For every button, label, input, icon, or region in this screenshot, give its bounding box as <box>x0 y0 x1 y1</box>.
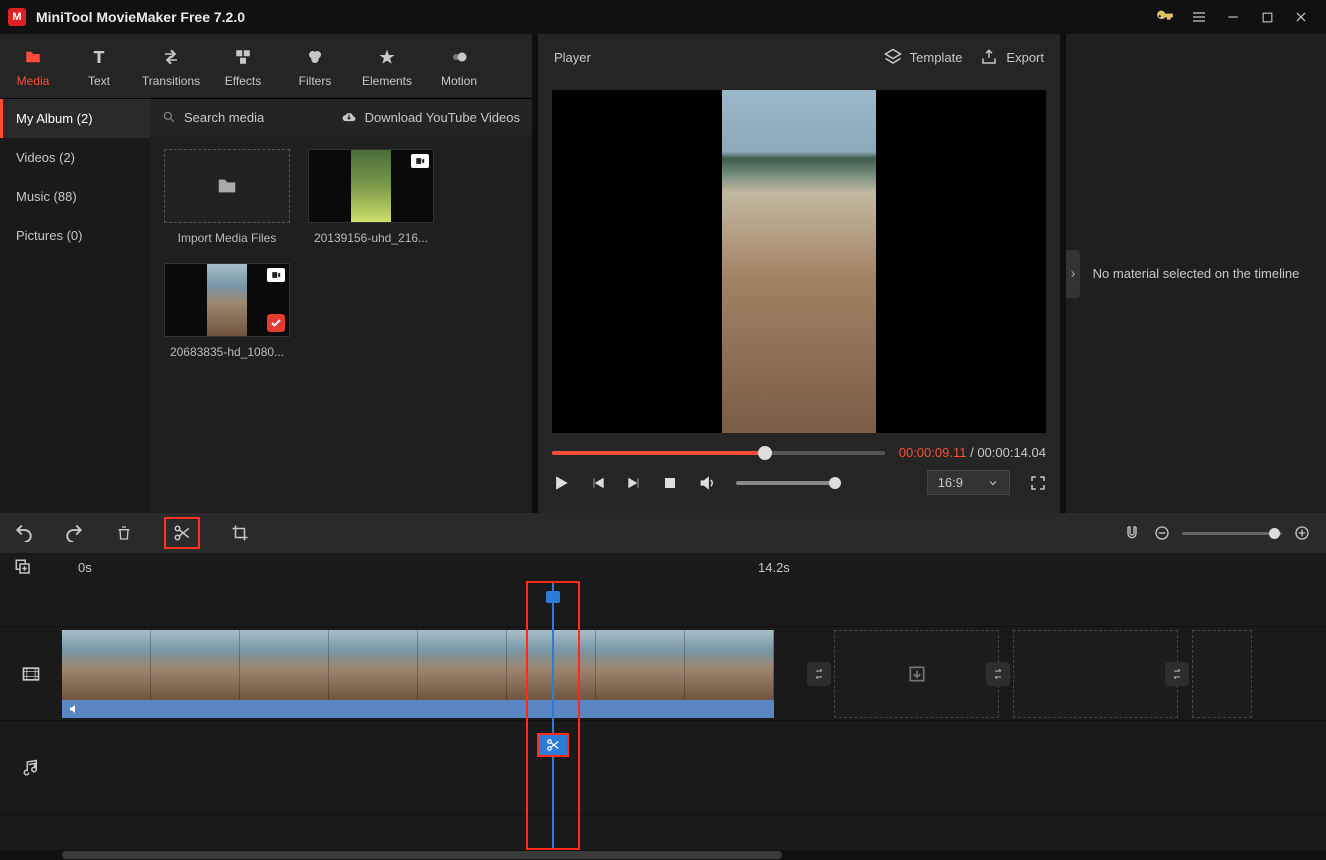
transition-slot-icon[interactable] <box>807 662 831 686</box>
chevron-down-icon <box>987 477 999 489</box>
track-overlay[interactable] <box>0 581 1326 627</box>
stop-button[interactable] <box>662 475 678 491</box>
cat-my-album[interactable]: My Album (2) <box>0 99 150 138</box>
video-clip[interactable] <box>62 630 774 718</box>
tab-filters[interactable]: Filters <box>280 40 350 98</box>
media-item[interactable]: 20683835-hd_1080... <box>164 263 290 359</box>
ruler-end: 14.2s <box>758 560 790 575</box>
preview-frame <box>722 90 876 433</box>
upgrade-key-icon[interactable] <box>1148 0 1182 34</box>
ruler-start: 0s <box>78 560 92 575</box>
media-panel: Media Text Transitions Effects Filters E… <box>0 34 532 513</box>
snap-button[interactable] <box>1122 523 1142 543</box>
cat-pictures[interactable]: Pictures (0) <box>0 216 150 255</box>
titlebar: M MiniTool MovieMaker Free 7.2.0 <box>0 0 1326 34</box>
tab-media[interactable]: Media <box>4 40 62 98</box>
speaker-icon <box>68 703 80 715</box>
chevron-right-icon <box>1069 268 1077 280</box>
tab-transitions[interactable]: Transitions <box>136 40 206 98</box>
folder-icon <box>4 46 62 68</box>
track-audio[interactable] <box>0 721 1326 815</box>
hamburger-menu-icon[interactable] <box>1182 0 1216 34</box>
filters-icon <box>280 46 350 68</box>
zoom-slider[interactable] <box>1182 532 1282 535</box>
aspect-ratio-select[interactable]: 16:9 <box>927 470 1010 495</box>
download-youtube-button[interactable]: Download YouTube Videos <box>341 110 520 125</box>
app-logo: M <box>8 8 26 26</box>
checked-icon <box>267 314 285 332</box>
media-categories: My Album (2) Videos (2) Music (88) Pictu… <box>0 99 150 513</box>
scrubber-knob[interactable] <box>758 446 772 460</box>
tab-text[interactable]: Text <box>64 40 134 98</box>
elements-icon <box>352 46 422 68</box>
cat-music[interactable]: Music (88) <box>0 177 150 216</box>
audio-track-icon <box>0 758 62 778</box>
next-frame-button[interactable] <box>626 475 642 491</box>
transitions-icon <box>136 46 206 68</box>
player-scrubber[interactable] <box>552 451 885 455</box>
video-track-icon <box>0 664 62 684</box>
effects-icon <box>208 46 278 68</box>
media-item[interactable]: 20139156-uhd_216... <box>308 149 434 245</box>
search-placeholder: Search media <box>184 110 264 125</box>
search-icon <box>162 110 176 124</box>
minimize-button[interactable] <box>1216 0 1250 34</box>
export-button[interactable]: Export <box>980 48 1044 66</box>
empty-clip-slot[interactable] <box>1192 630 1252 718</box>
player-panel: Player Template Export 00:00:09. <box>538 34 1060 513</box>
zoom-out-button[interactable] <box>1152 523 1172 543</box>
prev-frame-button[interactable] <box>590 475 606 491</box>
volume-slider[interactable] <box>736 481 836 485</box>
app-title: MiniTool MovieMaker Free 7.2.0 <box>36 9 245 25</box>
timeline-toolbar <box>0 513 1326 553</box>
player-time: 00:00:09.11 / 00:00:14.04 <box>899 445 1046 460</box>
empty-clip-slot[interactable] <box>1013 630 1178 718</box>
play-button[interactable] <box>552 474 570 492</box>
redo-button[interactable] <box>64 523 84 543</box>
collapse-panel-button[interactable] <box>1066 250 1080 298</box>
transition-slot-icon[interactable] <box>986 662 1010 686</box>
tab-elements[interactable]: Elements <box>352 40 422 98</box>
motion-icon <box>424 46 494 68</box>
layers-icon <box>884 48 902 66</box>
tab-motion[interactable]: Motion <box>424 40 494 98</box>
delete-button[interactable] <box>114 523 134 543</box>
timeline-ruler[interactable]: 0s 14.2s <box>0 553 1326 581</box>
clip-audio-track <box>62 700 774 718</box>
cat-videos[interactable]: Videos (2) <box>0 138 150 177</box>
main-tool-tabs: Media Text Transitions Effects Filters E… <box>0 34 532 99</box>
add-track-button[interactable] <box>14 558 32 576</box>
properties-empty-message: No material selected on the timeline <box>1093 266 1300 281</box>
player-title: Player <box>554 50 591 65</box>
crop-button[interactable] <box>230 523 250 543</box>
export-icon <box>980 48 998 66</box>
undo-button[interactable] <box>14 523 34 543</box>
cloud-download-icon <box>341 110 357 124</box>
transition-slot-icon[interactable] <box>1165 662 1189 686</box>
volume-button[interactable] <box>698 474 716 492</box>
track-video[interactable] <box>0 627 1326 721</box>
scissors-icon <box>173 524 191 542</box>
import-media-card[interactable]: Import Media Files <box>164 149 290 245</box>
empty-clip-slot[interactable] <box>834 630 999 718</box>
maximize-button[interactable] <box>1250 0 1284 34</box>
video-badge-icon <box>267 268 285 282</box>
folder-icon <box>214 175 240 197</box>
fullscreen-button[interactable] <box>1030 475 1046 491</box>
preview-viewport[interactable] <box>552 90 1046 433</box>
tab-effects[interactable]: Effects <box>208 40 278 98</box>
drop-icon <box>907 664 927 684</box>
timeline: 0s 14.2s <box>0 553 1326 860</box>
text-icon <box>64 46 134 68</box>
template-button[interactable]: Template <box>884 48 963 66</box>
timeline-h-scrollbar[interactable] <box>0 850 1326 860</box>
close-button[interactable] <box>1284 0 1318 34</box>
properties-panel: No material selected on the timeline <box>1066 34 1326 513</box>
split-button[interactable] <box>164 517 200 549</box>
media-grid: Import Media Files 20139156-uhd_216... <box>150 135 532 373</box>
search-media[interactable]: Search media <box>162 110 331 125</box>
zoom-in-button[interactable] <box>1292 523 1312 543</box>
video-badge-icon <box>411 154 429 168</box>
